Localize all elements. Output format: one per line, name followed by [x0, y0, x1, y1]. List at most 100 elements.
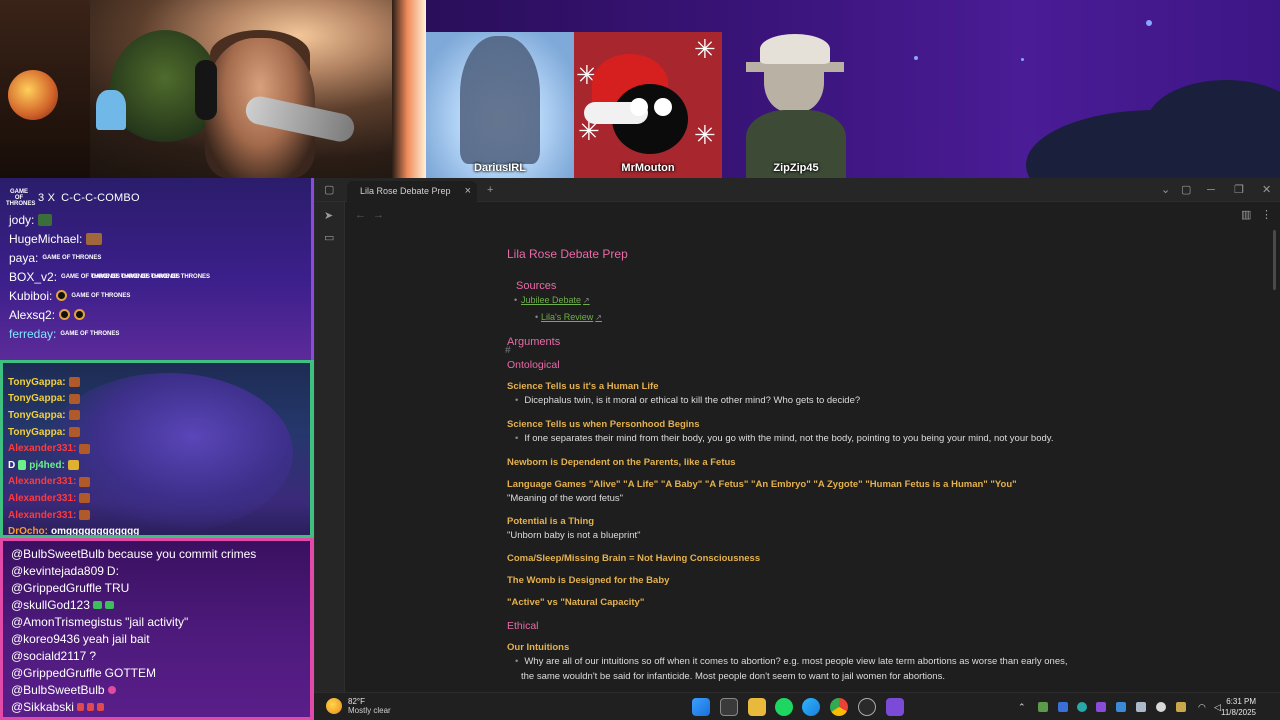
new-tab-icon[interactable]: + — [487, 184, 493, 196]
tray-icon[interactable] — [1136, 702, 1146, 712]
chat-message: ferreday: GAME OF THRONES — [9, 324, 177, 343]
chat-username: @AmonTrismegistus — [11, 614, 123, 629]
webcam-lamp — [8, 70, 58, 120]
paragraph: "Meaning of the word fetus" — [507, 493, 624, 504]
emote-icon — [79, 443, 91, 454]
heading-arguments: Arguments — [507, 336, 561, 348]
chat-text: yeah jail bait — [82, 631, 150, 646]
chat-prefix: D — [8, 459, 16, 471]
chat-username: Alexander331: — [8, 492, 77, 504]
task-view-icon[interactable] — [720, 698, 738, 716]
emote-icon — [92, 600, 102, 609]
emote-icon — [38, 213, 53, 226]
participant-tile-1[interactable]: DariusIRL — [426, 32, 574, 178]
emote-icon — [86, 232, 103, 245]
heading-potential: Potential is a Thing — [507, 516, 595, 527]
chat-username: @sociald2117 — [11, 648, 87, 663]
link-lilas-review[interactable]: Lila's Review ↗ — [541, 312, 602, 322]
chat-message: @kevintejada809 D: — [11, 562, 256, 579]
note-title: Lila Rose Debate Prep — [507, 247, 628, 261]
forward-arrow-icon[interactable]: → — [373, 209, 384, 221]
sidebar-toggle-icon[interactable]: ▢ — [324, 184, 334, 196]
chat-message: @sociald2117? — [11, 647, 256, 664]
obs-icon[interactable] — [858, 698, 876, 716]
chat-message: Alexsq2: — [9, 305, 177, 324]
heading-newborn-dependent: Newborn is Dependent on the Parents, lik… — [507, 457, 736, 468]
chat-username: TonyGappa: — [8, 409, 66, 421]
participant-tile-2[interactable]: ✳ ✳ ✳ ✳ MrMouton — [574, 32, 722, 178]
tray-icon[interactable] — [1176, 702, 1186, 712]
tray-icon[interactable] — [1038, 702, 1048, 712]
star — [914, 56, 918, 60]
chat-text: "jail activity" — [125, 614, 189, 629]
tab-lila-rose-debate-prep[interactable]: Lila Rose Debate Prep × — [347, 181, 477, 202]
emote-icon — [67, 460, 79, 471]
participant-name: MrMouton — [621, 162, 675, 174]
ring-light — [392, 0, 426, 178]
minimize-icon[interactable]: ─ — [1207, 184, 1215, 196]
spotify-icon[interactable] — [775, 698, 793, 716]
chevron-down-icon[interactable]: ⌄ — [1161, 184, 1170, 196]
snowflake-icon: ✳ — [694, 120, 716, 150]
tray-icon[interactable] — [1156, 702, 1166, 712]
chat-username: @GrippedGruffle — [11, 580, 102, 595]
chat-message: DrOcho: omgggggggggggg — [8, 523, 139, 535]
bullet-marker: • — [535, 312, 539, 322]
emote-icon: GAME OF THRONES — [60, 330, 120, 337]
maximize-icon[interactable]: ❐ — [1234, 184, 1244, 196]
star — [1146, 20, 1152, 26]
send-icon[interactable]: ➤ — [324, 210, 333, 222]
tab-close-icon[interactable]: × — [465, 185, 471, 197]
layout-icon[interactable]: ▢ — [1181, 184, 1191, 196]
tray-icon[interactable] — [1116, 702, 1126, 712]
chat-panel-middle: TonyGappa: TonyGappa: TonyGappa: TonyGap… — [0, 360, 314, 538]
chrome-icon[interactable] — [830, 698, 848, 716]
emote-icon: GAME OF THRONES — [121, 273, 181, 280]
tray-icon[interactable] — [1096, 702, 1106, 712]
chat-username: Alexander331: — [8, 509, 77, 521]
weather-widget[interactable]: 82°F Mostly clear — [326, 697, 391, 715]
link-text: Jubilee Debate — [521, 295, 582, 305]
chat-username: @BulbSweetBulb — [11, 682, 105, 697]
heading-womb-designed: The Womb is Designed for the Baby — [507, 575, 670, 586]
webcam-feed — [0, 0, 426, 178]
taskbar: 82°F Mostly clear ⌃ ◠ ◁ 6:31 PM 11/8/202… — [314, 692, 1280, 720]
system-clock[interactable]: 6:31 PM 11/8/2025 — [1221, 696, 1256, 718]
chat-message: @GrippedGruffle GOTTEM — [11, 664, 256, 681]
bullet-marker: • — [514, 295, 518, 305]
chat-message: TonyGappa: — [8, 407, 139, 424]
weather-description: Mostly clear — [348, 706, 391, 715]
wifi-icon[interactable]: ◠ — [1198, 701, 1206, 713]
participant-tile-3[interactable]: ZipZip45 — [722, 32, 870, 178]
edge-icon[interactable] — [802, 698, 820, 716]
list-item: Why are all of our intuitions so off whe… — [515, 656, 1067, 667]
chat-message: @Sikkabski — [11, 698, 256, 715]
chat-message: jody: — [9, 210, 177, 229]
back-arrow-icon[interactable]: ← — [355, 209, 366, 221]
chat-username: TonyGappa: — [8, 376, 66, 388]
panel-icon[interactable]: ▭ — [324, 232, 334, 244]
tray-icon[interactable] — [1058, 702, 1068, 712]
more-options-icon[interactable]: ⋮ — [1261, 209, 1272, 221]
file-explorer-icon[interactable] — [748, 698, 766, 716]
ring-emote-icon — [56, 290, 68, 301]
heading-active-vs-natural: "Active" vs "Natural Capacity" — [507, 597, 645, 608]
chat-message: Alexander331: — [8, 507, 139, 524]
close-window-icon[interactable]: ✕ — [1262, 184, 1271, 196]
combo-badge: GAME OF THRONES — [6, 189, 36, 207]
ring-emote-icon — [74, 309, 86, 320]
volume-icon[interactable]: ◁ — [1214, 701, 1221, 713]
chat-message: HugeMichael: — [9, 229, 177, 248]
obsidian-icon[interactable] — [886, 698, 904, 716]
emote-icon — [68, 377, 80, 388]
reading-view-icon[interactable]: ▥ — [1241, 209, 1251, 221]
chat-message: @AmonTrismegistus "jail activity" — [11, 613, 256, 630]
link-jubilee-debate[interactable]: Jubilee Debate ↗ — [521, 295, 590, 305]
scrollbar[interactable] — [1273, 230, 1276, 290]
heading-our-intuitions: Our Intuitions — [507, 642, 570, 653]
chat-username: paya: — [9, 250, 39, 265]
tray-icon[interactable] — [1077, 702, 1087, 712]
chat-message: BOX_v2: GAME OF THRONES GAME OF THRONES GAM… — [9, 267, 210, 286]
chevron-up-icon[interactable]: ⌃ — [1018, 701, 1026, 713]
start-menu-icon[interactable] — [692, 698, 710, 716]
